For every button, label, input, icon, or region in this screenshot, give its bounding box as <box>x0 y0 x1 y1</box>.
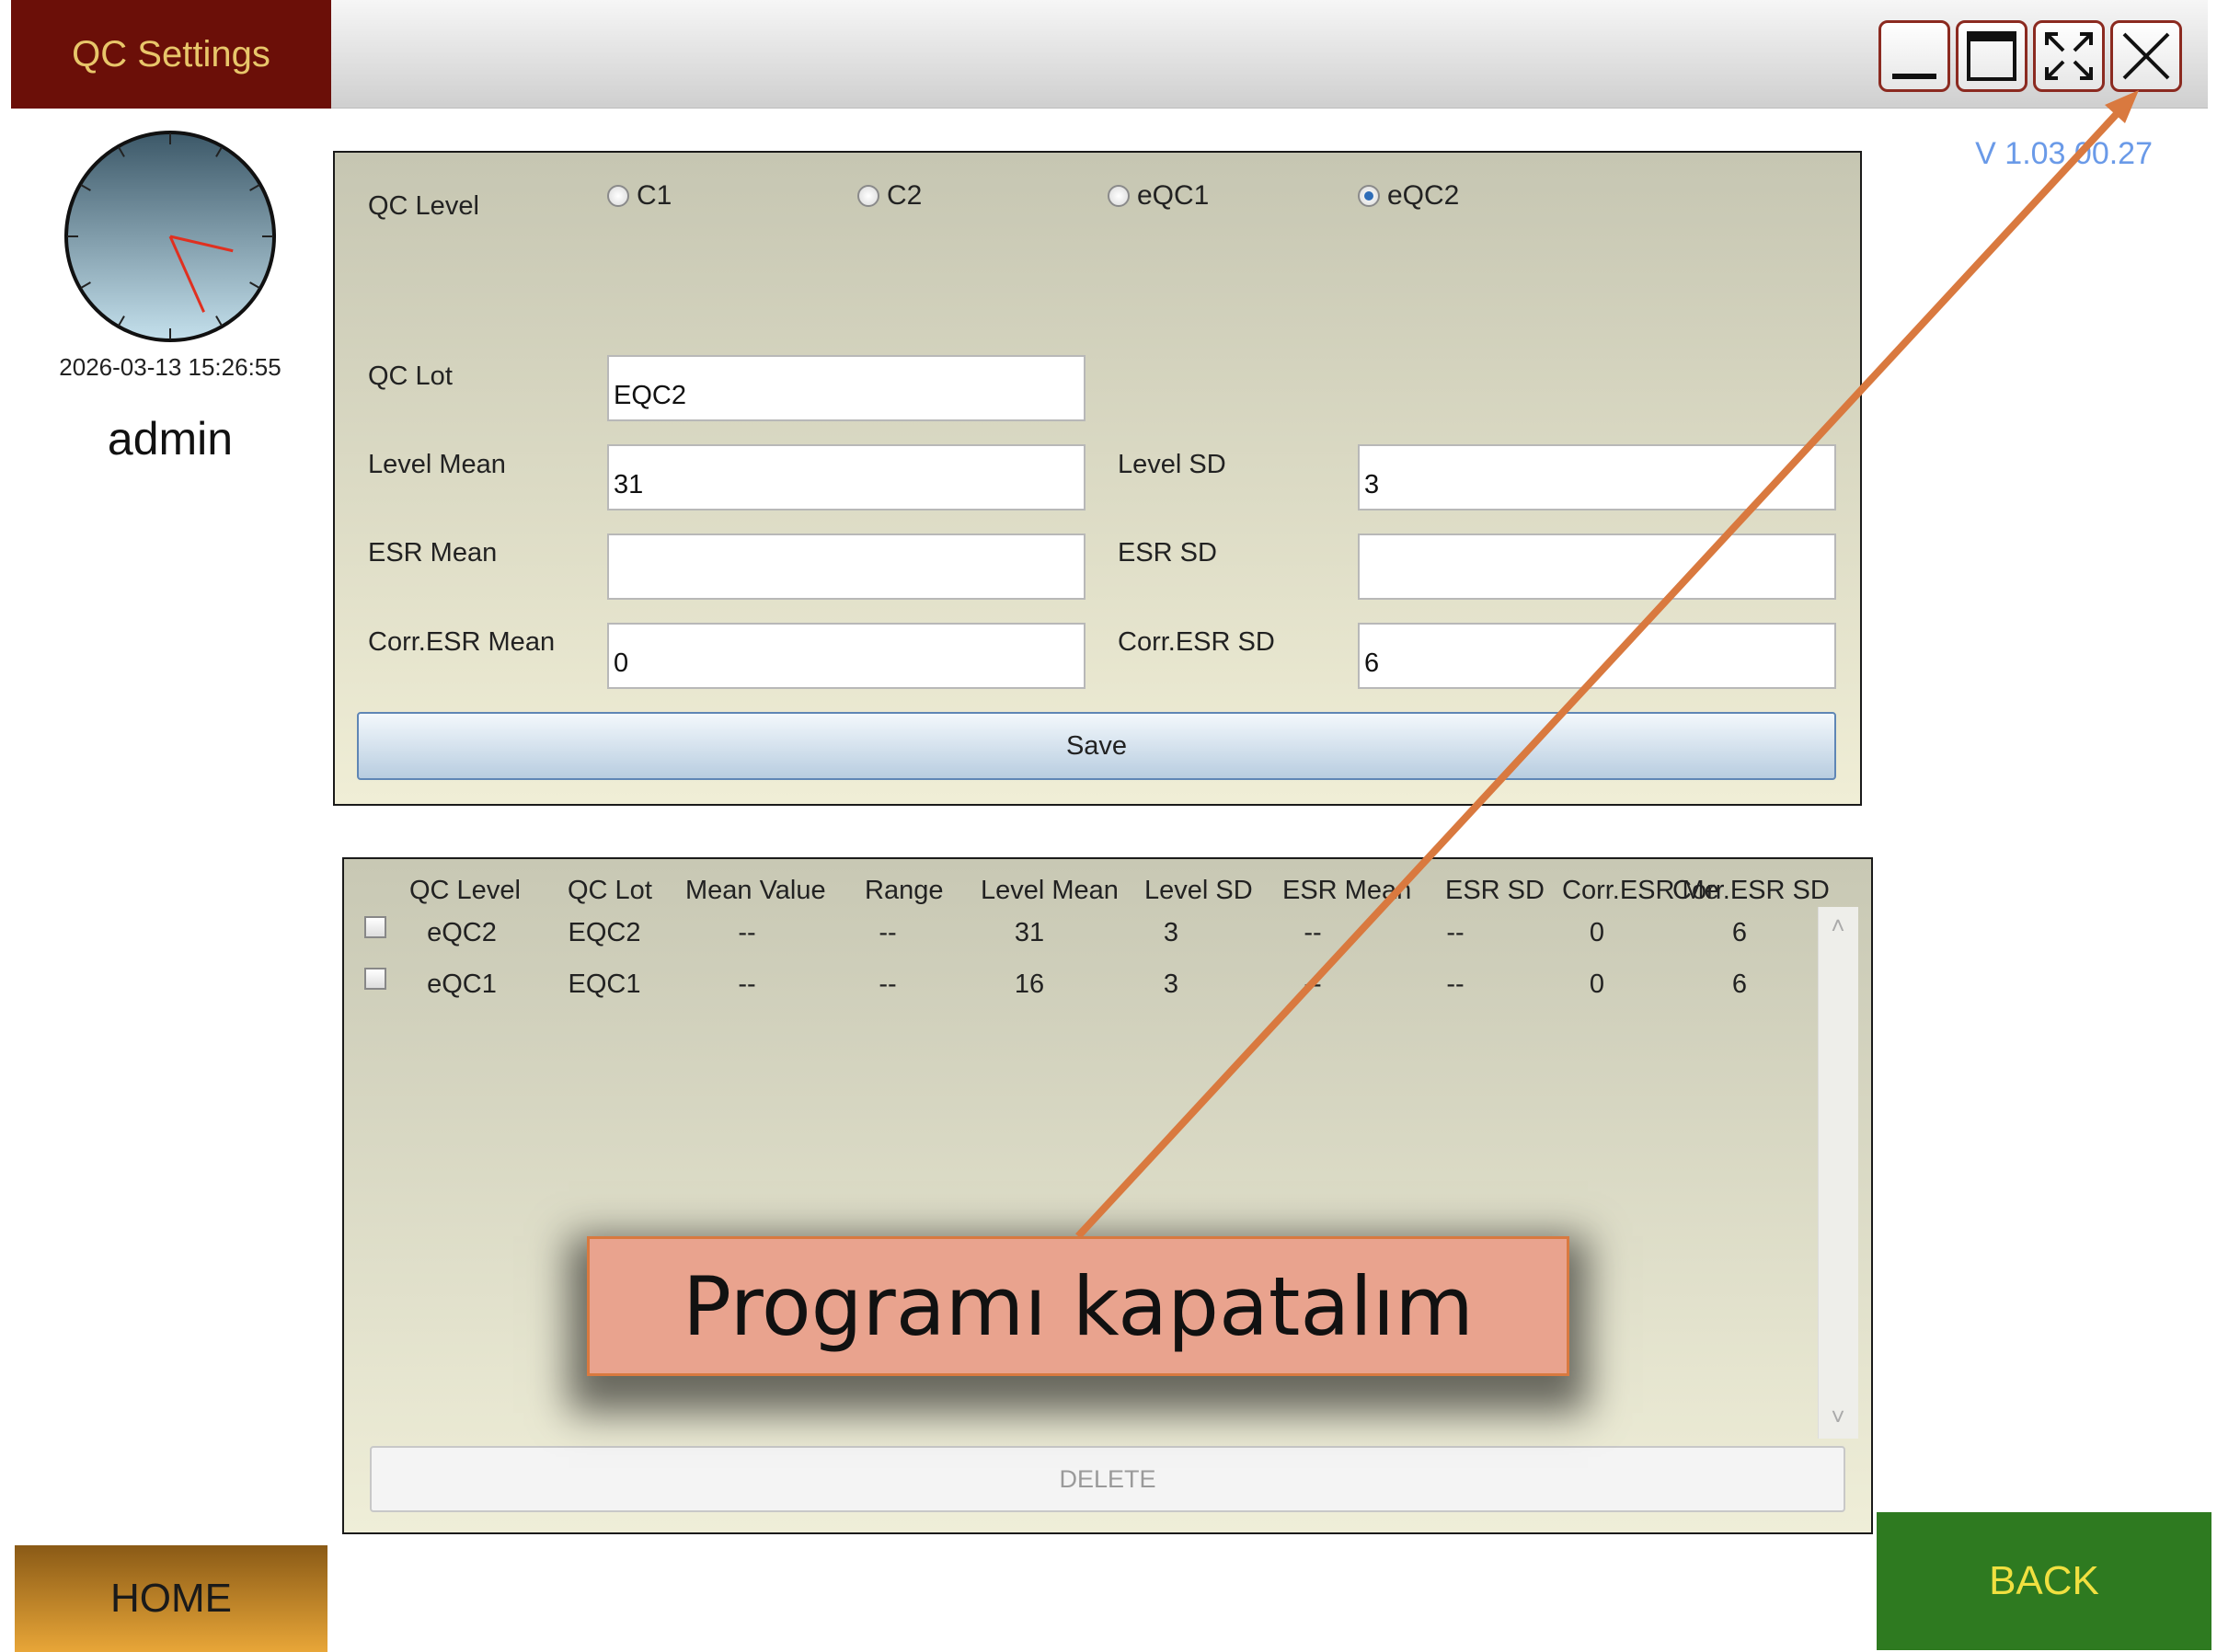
cell-level-mean: 31 <box>1014 918 1045 947</box>
table-header-mean-value: Mean Value <box>685 876 826 905</box>
table-header-qc-level: QC Level <box>409 876 521 905</box>
radio-eqc2[interactable]: eQC2 <box>1358 180 1459 212</box>
cell-qc-level: eQC2 <box>427 918 497 947</box>
radio-eqc2-label: eQC2 <box>1387 180 1460 211</box>
radio-c1-dot[interactable] <box>607 185 629 207</box>
cell-esr-sd: -- <box>1446 918 1465 947</box>
radio-c1-label: C1 <box>637 180 672 211</box>
radio-c2-label: C2 <box>887 180 923 211</box>
cell-level-sd: 3 <box>1163 969 1179 999</box>
table-header-qc-lot: QC Lot <box>568 876 652 905</box>
username-label: admin <box>107 413 234 465</box>
cell-range: -- <box>879 969 897 999</box>
row-checkbox[interactable] <box>364 968 386 990</box>
esr-sd-field[interactable] <box>1358 533 1836 600</box>
table-header-esr-sd: ESR SD <box>1445 876 1545 905</box>
cell-qc-lot: EQC2 <box>568 918 641 947</box>
qc-lot-field[interactable]: EQC2 <box>607 355 1086 421</box>
cell-mean-value: -- <box>738 918 756 947</box>
radio-eqc1-dot[interactable] <box>1108 185 1130 207</box>
tutorial-callout: Programı kapatalım <box>587 1236 1569 1376</box>
home-button[interactable]: HOME <box>15 1545 327 1652</box>
fullscreen-icon <box>2045 32 2093 80</box>
cell-range: -- <box>879 918 897 947</box>
cell-level-mean: 16 <box>1014 969 1045 999</box>
cell-corr-esr-sd: 6 <box>1731 918 1748 947</box>
cell-corr-esr-sd: 6 <box>1731 969 1748 999</box>
close-icon <box>2122 32 2170 80</box>
esr-mean-label: ESR Mean <box>368 538 498 568</box>
delete-button[interactable]: DELETE <box>370 1446 1845 1512</box>
table-header-corr-esr-sd: Corr.ESR SD <box>1672 876 1830 905</box>
corr-esr-mean-label: Corr.ESR Mean <box>368 627 556 657</box>
table-scrollbar[interactable] <box>1818 907 1858 1439</box>
radio-eqc1[interactable]: eQC1 <box>1108 180 1209 212</box>
radio-c2[interactable]: C2 <box>857 180 922 212</box>
fullscreen-button[interactable] <box>2033 20 2105 92</box>
scroll-down-icon[interactable]: ˅ <box>1827 1405 1849 1428</box>
level-sd-field[interactable]: 3 <box>1358 444 1836 511</box>
cell-corr-esr-mean: 0 <box>1589 918 1605 947</box>
corr-esr-sd-label: Corr.ESR SD <box>1118 627 1275 657</box>
esr-mean-field[interactable] <box>607 533 1086 600</box>
qc-table-panel <box>342 857 1873 1534</box>
level-mean-label: Level Mean <box>368 450 506 479</box>
clock-icon <box>64 131 276 342</box>
cell-level-sd: 3 <box>1163 918 1179 947</box>
cell-corr-esr-mean: 0 <box>1589 969 1605 999</box>
back-button[interactable]: BACK <box>1877 1512 2211 1650</box>
close-button[interactable] <box>2110 20 2182 92</box>
cell-qc-lot: EQC1 <box>568 969 641 999</box>
qc-level-label: QC Level <box>368 191 479 221</box>
save-button[interactable]: Save <box>357 712 1836 780</box>
table-header-range: Range <box>865 876 944 905</box>
datetime-label: 2026-03-13 15:26:55 <box>59 353 281 381</box>
level-mean-field[interactable]: 31 <box>607 444 1086 511</box>
cell-qc-level: eQC1 <box>427 969 497 999</box>
cell-esr-mean: -- <box>1304 969 1322 999</box>
radio-eqc1-label: eQC1 <box>1137 180 1210 211</box>
minimize-icon <box>1892 74 1936 79</box>
scroll-up-icon[interactable]: ˄ <box>1827 913 1849 937</box>
maximize-icon <box>1967 31 2016 81</box>
esr-sd-label: ESR SD <box>1118 538 1217 568</box>
table-header-level-sd: Level SD <box>1144 876 1253 905</box>
table-header-level-mean: Level Mean <box>981 876 1119 905</box>
qc-lot-label: QC Lot <box>368 361 453 391</box>
level-sd-label: Level SD <box>1118 450 1226 479</box>
radio-c2-dot[interactable] <box>857 185 879 207</box>
row-checkbox[interactable] <box>364 916 386 938</box>
page-title: QC Settings <box>11 0 331 109</box>
cell-mean-value: -- <box>738 969 756 999</box>
maximize-button[interactable] <box>1956 20 2027 92</box>
version-label: V 1.03.00.27 <box>1975 136 2153 171</box>
cell-esr-sd: -- <box>1446 969 1465 999</box>
radio-c1[interactable]: C1 <box>607 180 672 212</box>
table-header-esr-mean: ESR Mean <box>1282 876 1412 905</box>
corr-esr-sd-field[interactable]: 6 <box>1358 623 1836 689</box>
radio-eqc2-dot[interactable] <box>1358 185 1380 207</box>
corr-esr-mean-field[interactable]: 0 <box>607 623 1086 689</box>
cell-esr-mean: -- <box>1304 918 1322 947</box>
minimize-button[interactable] <box>1878 20 1950 92</box>
